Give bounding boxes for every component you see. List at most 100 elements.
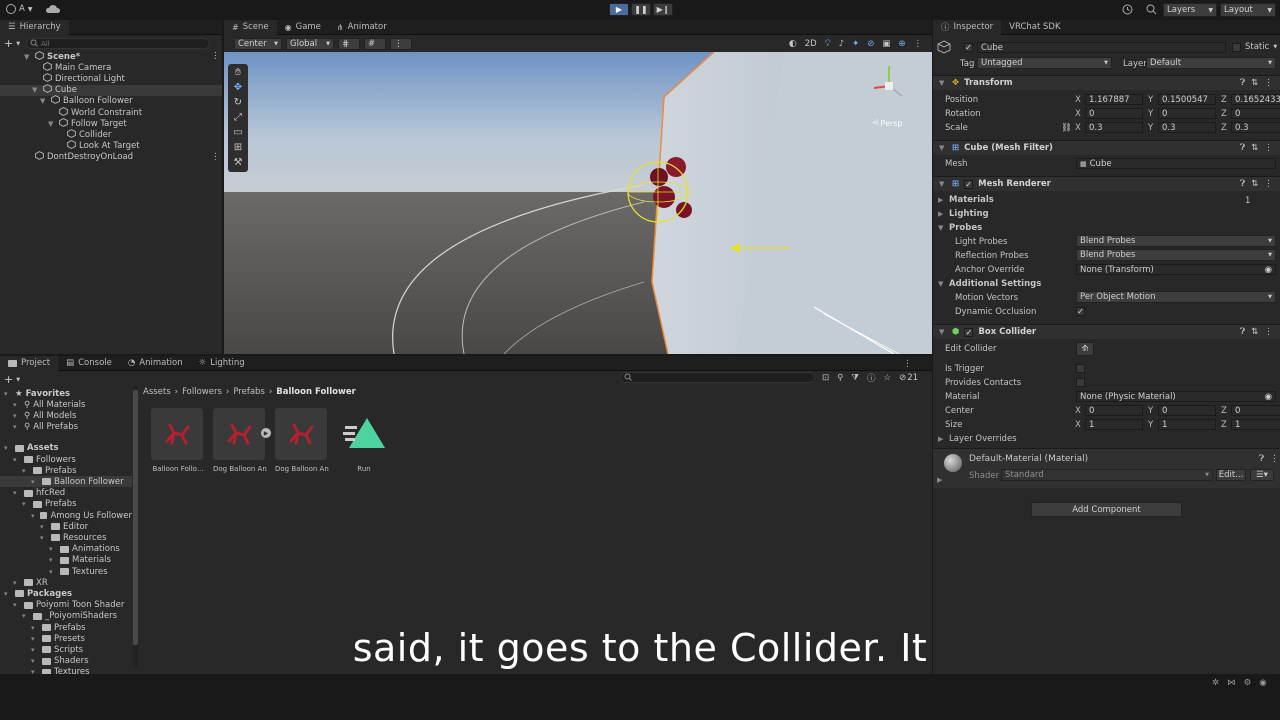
mode-2d-toggle[interactable]: 2D xyxy=(805,39,817,49)
static-checkbox[interactable] xyxy=(1232,42,1241,52)
hand-tool-icon[interactable]: ✋︎ xyxy=(235,67,241,78)
expand-arrow-icon[interactable]: ▾ xyxy=(49,568,57,576)
object-picker-icon[interactable]: ◉ xyxy=(1265,392,1272,402)
pause-button[interactable]: ❚❚ xyxy=(631,3,651,16)
project-folder-item[interactable]: ▾ Among Us Follower xyxy=(0,510,132,521)
project-folder-item[interactable]: ▾ Poiyomi Toon Shader xyxy=(0,600,132,611)
gizmos-icon[interactable]: ⊕ xyxy=(898,39,905,49)
asset-item[interactable]: Dog Balloon An... xyxy=(213,408,267,473)
edit-collider-button[interactable]: ⟰ xyxy=(1076,342,1094,356)
scene-viewport[interactable]: ✋︎ ✥ ↻ ⤢ ▭ ⊞ ⚒ ⩤ Persp xyxy=(224,52,932,354)
hierarchy-add-button[interactable]: + ▼ xyxy=(4,37,20,50)
asset-item[interactable]: Run xyxy=(337,408,391,473)
breadcrumb-assets[interactable]: Assets xyxy=(143,387,171,397)
search-by-label-icon[interactable]: ⚲ xyxy=(837,373,843,383)
tab-scene[interactable]: # Scene xyxy=(224,19,277,35)
project-more-icon[interactable]: ⋮ xyxy=(903,359,912,369)
network-icon[interactable]: ⋈ xyxy=(1227,678,1236,688)
hidden-packages-toggle[interactable]: ⊘ 21 xyxy=(899,373,918,383)
hierarchy-item[interactable]: Directional Light xyxy=(0,73,222,84)
hierarchy-item[interactable]: ▼ Balloon Follower xyxy=(0,95,222,107)
layer-overrides-foldout[interactable]: ▶ Layer Overrides xyxy=(938,433,1017,445)
tab-hierarchy[interactable]: ☰ Hierarchy xyxy=(0,19,69,35)
materials-foldout[interactable]: ▶ Materials xyxy=(938,194,994,206)
expand-arrow-icon[interactable]: ▾ xyxy=(13,423,21,431)
move-tool-icon[interactable]: ✥ xyxy=(234,82,242,93)
chevron-down-icon[interactable]: ▼ xyxy=(1273,44,1277,50)
project-folder-item[interactable]: ▾ ⚲ All Prefabs xyxy=(0,422,132,433)
account-dropdown[interactable]: A ▼ xyxy=(6,4,32,14)
more-icon[interactable]: ⋮ xyxy=(1264,327,1273,337)
expand-arrow-icon[interactable]: ▾ xyxy=(22,467,30,475)
more-icon[interactable]: ⋮ xyxy=(211,51,220,61)
more-icon[interactable]: ⋮ xyxy=(1264,179,1273,189)
expand-arrow-icon[interactable]: ▾ xyxy=(13,456,21,464)
hierarchy-search-input[interactable] xyxy=(26,38,210,49)
hidden-objects-icon[interactable]: ⊘ xyxy=(867,39,874,49)
lighting-toggle-icon[interactable]: 💡︎ xyxy=(825,39,831,49)
info-icon[interactable]: ⓘ xyxy=(867,372,876,384)
more-icon[interactable]: ⋮ xyxy=(211,152,220,162)
hierarchy-item[interactable]: Main Camera xyxy=(0,61,222,73)
expand-arrow-icon[interactable]: ▾ xyxy=(13,579,21,587)
center-x-field[interactable]: 0 xyxy=(1085,405,1143,416)
probes-foldout[interactable]: ▼ Probes xyxy=(938,222,982,234)
play-button[interactable]: ▶ xyxy=(609,3,629,16)
hierarchy-item[interactable]: DontDestroyOnLoad xyxy=(0,151,222,163)
mesh-renderer-header[interactable]: ▼ ⊞ ✓ Mesh Renderer xyxy=(933,176,1280,191)
effects-icon[interactable]: ✦ xyxy=(852,39,859,49)
search-icon[interactable] xyxy=(1146,4,1157,18)
shader-options-button[interactable]: ☰▾ xyxy=(1250,469,1274,481)
more-icon[interactable]: ⋮ xyxy=(1264,143,1273,153)
layout-dropdown[interactable]: Layout ▼ xyxy=(1220,3,1276,17)
project-section-header[interactable]: ▾ Packages xyxy=(0,588,132,599)
project-folder-item[interactable]: ▾ ⚲ All Models xyxy=(0,410,132,421)
breadcrumb-balloon-follower[interactable]: Balloon Follower xyxy=(276,387,356,397)
projection-toggle[interactable]: ⩤ Persp xyxy=(872,118,902,128)
preset-icon[interactable]: ⇅ xyxy=(1251,78,1258,88)
project-folder-item[interactable]: ▾ Balloon Follower xyxy=(0,476,132,488)
center-y-field[interactable]: 0 xyxy=(1158,405,1216,416)
camera-icon[interactable]: ▣ xyxy=(882,39,890,49)
expand-arrow-icon[interactable]: ▾ xyxy=(22,500,30,508)
tab-project[interactable]: Project xyxy=(0,355,59,371)
search-by-type-icon[interactable]: ⊡ xyxy=(822,373,829,383)
transform-tool-icon[interactable]: ⊞ xyxy=(234,142,242,153)
box-collider-header[interactable]: ▼ ⬢ ✓ Box Collider xyxy=(933,324,1280,339)
project-search-input[interactable] xyxy=(620,372,815,383)
expand-arrow-icon[interactable]: ▾ xyxy=(22,612,30,620)
breadcrumb-followers[interactable]: Followers xyxy=(182,387,222,397)
scale-y-field[interactable]: 0.3 xyxy=(1158,122,1216,133)
expand-arrow-icon[interactable]: ▼ xyxy=(40,97,48,105)
additional-settings-foldout[interactable]: ▼ Additional Settings xyxy=(938,278,1041,290)
project-folder-item[interactable]: ▾ Animations xyxy=(0,544,132,555)
layers-dropdown[interactable]: Layers ▼ xyxy=(1163,3,1217,17)
expand-arrow-icon[interactable]: ▾ xyxy=(13,489,21,497)
expand-arrow-icon[interactable]: ▾ xyxy=(40,534,48,542)
gameobject-name-field[interactable]: Cube xyxy=(977,42,1226,53)
transform-header[interactable]: ▼ ✥ Transform xyxy=(933,75,1280,90)
notification-icon[interactable]: ◉ xyxy=(1259,678,1266,688)
filter-icon[interactable]: ⧩ xyxy=(851,373,859,383)
preset-icon[interactable]: ⇅ xyxy=(1251,327,1258,337)
project-add-button[interactable]: + ▼ xyxy=(4,373,20,386)
project-section-header[interactable]: ▾ ★ Favorites xyxy=(0,388,132,399)
step-button[interactable]: ▶❙ xyxy=(653,3,673,16)
hierarchy-item[interactable]: ▼ Cube xyxy=(0,84,222,96)
anchor-override-field[interactable]: None (Transform) ◉ xyxy=(1076,264,1276,275)
expand-arrow-icon[interactable]: ▾ xyxy=(13,401,21,409)
object-picker-icon[interactable]: ◉ xyxy=(1265,265,1272,275)
help-icon[interactable]: ❓︎ xyxy=(1240,179,1245,189)
custom-tool-icon[interactable]: ⚒ xyxy=(234,157,243,168)
help-icon[interactable]: ❓︎ xyxy=(1240,78,1245,88)
history-icon[interactable] xyxy=(1122,4,1133,18)
project-folder-item[interactable]: ▾ XR xyxy=(0,577,132,588)
expand-arrow-icon[interactable]: ▾ xyxy=(49,545,57,553)
expand-arrow-icon[interactable]: ▾ xyxy=(13,601,21,609)
expand-arrow-icon[interactable]: ▾ xyxy=(4,390,12,398)
rotate-tool-icon[interactable]: ↻ xyxy=(234,97,242,108)
debug-icon[interactable]: ⚙︎ xyxy=(1244,678,1252,688)
hierarchy-item[interactable]: Look At Target xyxy=(0,140,222,152)
play-preview-button[interactable]: ▶ xyxy=(261,428,271,438)
physic-material-field[interactable]: None (Physic Material) ◉ xyxy=(1076,391,1276,402)
